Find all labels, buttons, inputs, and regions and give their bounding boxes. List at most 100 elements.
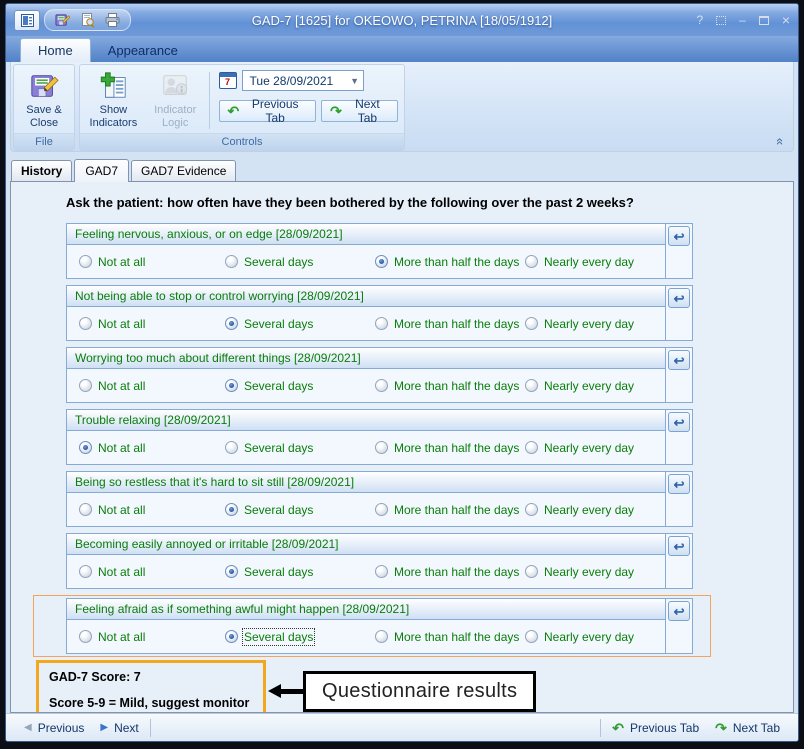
tab-history[interactable]: History xyxy=(11,160,72,181)
radio-button[interactable] xyxy=(525,503,538,516)
option-1[interactable]: Not at all xyxy=(79,255,225,269)
evidence-jump-button[interactable]: ↩ xyxy=(668,350,690,370)
evidence-jump-button[interactable]: ↩ xyxy=(668,536,690,556)
option-4[interactable]: Nearly every day xyxy=(525,565,665,579)
option-1[interactable]: Not at all xyxy=(79,565,225,579)
option-2[interactable]: Several days xyxy=(225,630,375,644)
print-preview-icon[interactable] xyxy=(79,12,96,28)
evidence-jump-button[interactable]: ↩ xyxy=(668,226,690,246)
radio-button[interactable] xyxy=(525,255,538,268)
radio-button[interactable] xyxy=(225,503,238,516)
radio-button[interactable] xyxy=(225,255,238,268)
radio-button[interactable] xyxy=(525,317,538,330)
radio-button[interactable] xyxy=(525,379,538,392)
option-4[interactable]: Nearly every day xyxy=(525,441,665,455)
radio-button[interactable] xyxy=(525,441,538,454)
resize-icon[interactable] xyxy=(716,16,726,25)
app-menu-button[interactable] xyxy=(14,10,40,31)
indicator-logic-button[interactable]: Indicator Logic xyxy=(145,68,206,133)
radio-button[interactable] xyxy=(375,379,388,392)
radio-button[interactable] xyxy=(375,441,388,454)
footer-next-tab-button[interactable]: ↷ Next Tab xyxy=(707,718,788,738)
save-close-button[interactable]: Save & Close xyxy=(16,68,72,133)
radio-button[interactable] xyxy=(375,565,388,578)
option-2[interactable]: Several days xyxy=(225,565,375,579)
option-2[interactable]: Several days xyxy=(225,441,375,455)
help-icon[interactable]: ? xyxy=(696,14,703,26)
evidence-jump-button[interactable]: ↩ xyxy=(668,601,690,621)
radio-button[interactable] xyxy=(375,255,388,268)
radio-button[interactable] xyxy=(375,630,388,643)
option-4[interactable]: Nearly every day xyxy=(525,630,665,644)
question-side-column: ↩ xyxy=(666,286,692,340)
tab-home[interactable]: Home xyxy=(20,38,91,62)
option-3[interactable]: More than half the days xyxy=(375,379,525,393)
radio-button[interactable] xyxy=(225,630,238,643)
option-label: Not at all xyxy=(98,379,145,393)
controls-group-label[interactable]: Controls xyxy=(80,133,404,150)
radio-button[interactable] xyxy=(79,317,92,330)
maximize-icon[interactable] xyxy=(759,16,769,25)
evidence-jump-button[interactable]: ↩ xyxy=(668,474,690,494)
close-icon[interactable]: × xyxy=(782,14,790,26)
option-label: Not at all xyxy=(98,317,145,331)
tab-gad7-evidence[interactable]: GAD7 Evidence xyxy=(131,160,236,181)
date-picker[interactable]: Tue 28/09/2021 ▼ xyxy=(242,70,364,91)
footer-bar: ◀ Previous ▶ Next ↶ Previous Tab ↷ Next … xyxy=(6,713,798,741)
option-1[interactable]: Not at all xyxy=(79,630,225,644)
option-2[interactable]: Several days xyxy=(225,379,375,393)
evidence-jump-button[interactable]: ↩ xyxy=(668,412,690,432)
radio-button[interactable] xyxy=(79,630,92,643)
radio-button[interactable] xyxy=(225,317,238,330)
option-label: Not at all xyxy=(98,255,145,269)
option-1[interactable]: Not at all xyxy=(79,317,225,331)
ribbon-previous-tab-button[interactable]: ↶ Previous Tab xyxy=(219,100,317,122)
option-4[interactable]: Nearly every day xyxy=(525,379,665,393)
radio-button[interactable] xyxy=(79,503,92,516)
footer-previous-tab-button[interactable]: ↶ Previous Tab xyxy=(604,718,707,738)
option-3[interactable]: More than half the days xyxy=(375,441,525,455)
option-2[interactable]: Several days xyxy=(225,503,375,517)
option-4[interactable]: Nearly every day xyxy=(525,255,665,269)
next-button[interactable]: ▶ Next xyxy=(92,718,146,738)
option-3[interactable]: More than half the days xyxy=(375,503,525,517)
print-icon[interactable] xyxy=(104,12,121,28)
option-2[interactable]: Several days xyxy=(225,255,375,269)
tab-appearance[interactable]: Appearance xyxy=(91,39,195,62)
option-1[interactable]: Not at all xyxy=(79,503,225,517)
option-3[interactable]: More than half the days xyxy=(375,255,525,269)
radio-button[interactable] xyxy=(525,565,538,578)
radio-button[interactable] xyxy=(375,503,388,516)
option-4[interactable]: Nearly every day xyxy=(525,503,665,517)
file-group-label[interactable]: File xyxy=(14,133,74,150)
option-4[interactable]: Nearly every day xyxy=(525,317,665,331)
collapse-ribbon-icon[interactable]: « xyxy=(773,138,788,143)
radio-button[interactable] xyxy=(225,379,238,392)
show-indicators-button[interactable]: Show Indicators xyxy=(82,68,145,133)
question-main: Not being able to stop or control worryi… xyxy=(67,286,666,340)
tab-gad7[interactable]: GAD7 xyxy=(74,159,129,182)
radio-button[interactable] xyxy=(79,255,92,268)
option-1[interactable]: Not at all xyxy=(79,379,225,393)
radio-button[interactable] xyxy=(375,317,388,330)
minimize-icon[interactable]: – xyxy=(739,14,746,26)
radio-button[interactable] xyxy=(225,565,238,578)
calendar-icon[interactable]: 7 xyxy=(219,72,237,89)
option-2[interactable]: Several days xyxy=(225,317,375,331)
radio-button[interactable] xyxy=(79,441,92,454)
option-label: Nearly every day xyxy=(544,255,634,269)
option-3[interactable]: More than half the days xyxy=(375,317,525,331)
option-1[interactable]: Not at all xyxy=(79,441,225,455)
radio-button[interactable] xyxy=(79,379,92,392)
option-3[interactable]: More than half the days xyxy=(375,565,525,579)
save-icon[interactable] xyxy=(54,12,71,28)
radio-button[interactable] xyxy=(79,565,92,578)
evidence-jump-button[interactable]: ↩ xyxy=(668,288,690,308)
ribbon-previous-tab-label: Previous Tab xyxy=(243,97,307,125)
ribbon-next-tab-button[interactable]: ↷ Next Tab xyxy=(321,100,398,122)
title-bar: GAD-7 [1625] for OKEOWO, PETRINA [18/05/… xyxy=(6,4,798,36)
radio-button[interactable] xyxy=(525,630,538,643)
option-3[interactable]: More than half the days xyxy=(375,630,525,644)
previous-button[interactable]: ◀ Previous xyxy=(16,718,92,738)
radio-button[interactable] xyxy=(225,441,238,454)
